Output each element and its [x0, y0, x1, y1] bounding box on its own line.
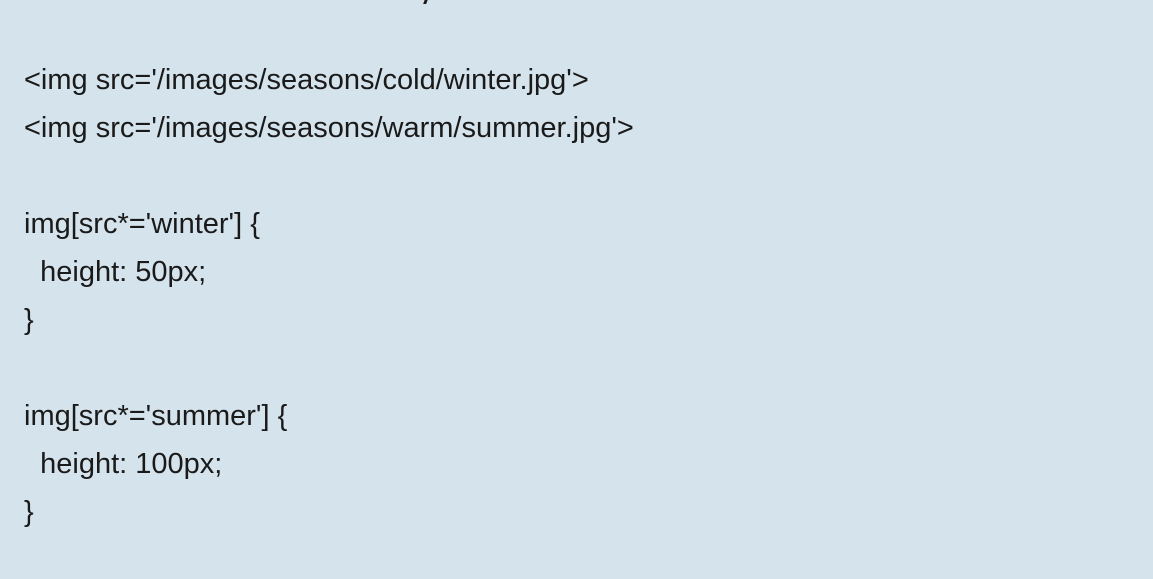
code-line-summer-selector: img[src*='summer'] { — [24, 400, 288, 432]
code-lines: <img src='/images/seasons/cold/winter.jp… — [24, 56, 634, 536]
code-line-summer-close: } — [24, 496, 34, 528]
code-line-blank — [24, 152, 634, 200]
code-line-blank — [24, 344, 634, 392]
code-line-winter-close: } — [24, 304, 34, 336]
code-line-summer-height: height: 100px; — [24, 448, 223, 480]
code-line-winter-height: height: 50px; — [24, 256, 207, 288]
code-line-winter-selector: img[src*='winter'] { — [24, 208, 260, 240]
clipped-glyph — [423, 0, 430, 4]
code-line-html-summer: <img src='/images/seasons/warm/summer.jp… — [24, 112, 634, 144]
code-block: <img src='/images/seasons/cold/winter.jp… — [0, 0, 1153, 579]
code-line-html-winter: <img src='/images/seasons/cold/winter.jp… — [24, 64, 589, 96]
